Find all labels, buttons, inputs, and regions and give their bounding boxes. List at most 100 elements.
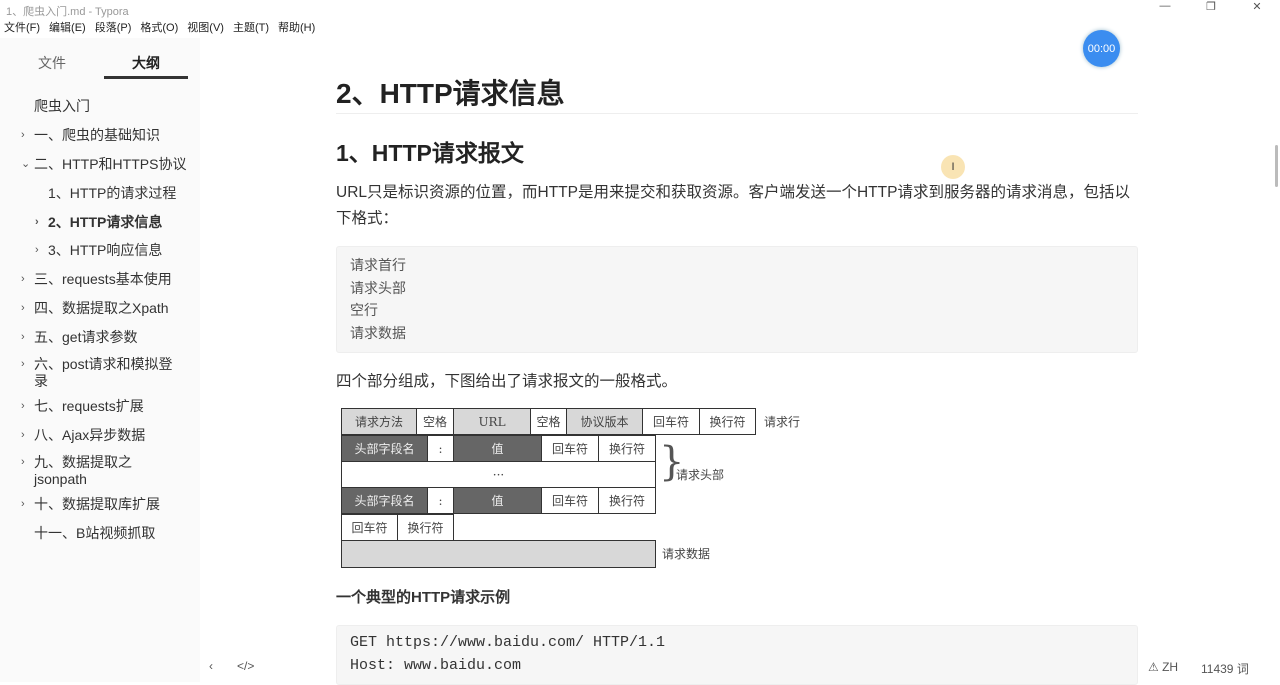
outline-item-label: 十、数据提取库扩展 (34, 496, 160, 512)
cell-version: 协议版本 (566, 408, 643, 435)
chevron-icon[interactable]: › (35, 214, 39, 231)
code-block[interactable]: 请求首行请求头部空行请求数据 (336, 246, 1138, 353)
label-request-header: 请求头部 (676, 468, 725, 482)
cell-cr: 回车符 (642, 408, 700, 435)
cell-lf: 换行符 (397, 514, 454, 541)
outline-item-label: 十一、B站视频抓取 (34, 525, 156, 541)
cell-colon: : (427, 435, 454, 462)
code-line: 请求首行 (350, 257, 406, 273)
active-tab-indicator (104, 76, 188, 79)
outline-item-label: 九、数据提取之jsonpath (34, 454, 132, 487)
outline-item-label: 2、HTTP请求信息 (48, 214, 163, 230)
menu-format[interactable]: 格式(O) (140, 18, 178, 38)
paragraph: URL只是标识资源的位置，而HTTP是用来提交和获取资源。客户端发送一个HTTP… (336, 184, 1130, 227)
menu-file[interactable]: 文件(F) (4, 18, 40, 38)
scrollbar[interactable] (1275, 145, 1278, 187)
cell-url: URL (453, 408, 531, 435)
heading-1: 2、HTTP请求信息 (336, 78, 565, 109)
chevron-icon[interactable]: › (21, 496, 25, 513)
heading-divider (336, 113, 1138, 114)
outline-item-label: 一、爬虫的基础知识 (34, 127, 160, 143)
outline-item-label: 爬虫入门 (34, 98, 90, 114)
toggle-sidebar-icon[interactable]: ‹ (209, 659, 213, 673)
paragraph: 四个部分组成，下图给出了请求报文的一般格式。 (336, 373, 678, 390)
outline-item-label: 二、HTTP和HTTPS协议 (34, 156, 187, 172)
source-code-icon[interactable]: </> (237, 659, 254, 673)
brace-icon: } (659, 439, 685, 485)
outline-item-label: 七、requests扩展 (34, 398, 144, 414)
menu-view[interactable]: 视图(V) (187, 18, 224, 38)
cell-cr: 回车符 (541, 435, 599, 462)
chevron-icon[interactable]: › (21, 454, 25, 471)
chevron-icon[interactable]: › (21, 329, 25, 346)
code-line: 请求头部 (350, 279, 406, 296)
chevron-icon[interactable]: › (21, 271, 25, 288)
code-line: Host: www.baidu.com (350, 656, 522, 674)
close-button[interactable]: ✕ (1234, 0, 1280, 13)
outline-item-label: 三、requests基本使用 (34, 271, 172, 287)
menu-help[interactable]: 帮助(H) (278, 18, 315, 38)
tab-files[interactable]: 文件 (38, 53, 66, 73)
outline-item[interactable]: 十一、B站视频抓取 (34, 525, 155, 542)
recording-timer[interactable]: 00:00 (1083, 30, 1120, 67)
chevron-icon[interactable]: › (35, 242, 39, 259)
outline-item-label: 五、get请求参数 (34, 329, 138, 345)
cell-space: 空格 (530, 408, 567, 435)
code-line: 空行 (350, 302, 378, 318)
cell-data (341, 540, 656, 568)
text-cursor-icon: I (941, 155, 965, 179)
outline-item-label: 八、Ajax异步数据 (34, 427, 146, 443)
code-line: 请求数据 (350, 324, 406, 341)
code-block[interactable]: GET https://www.baidu.com/ HTTP/1.1 Host:… (336, 625, 1138, 685)
outline-item[interactable]: ⌄ 二、HTTP和HTTPS协议 (21, 156, 187, 173)
sidebar: 文件 大纲 爬虫入门 › 一、爬虫的基础知识 ⌄ 二、HTTP和HTTPS协议 1、HTTP… (0, 38, 254, 682)
chevron-icon[interactable]: › (21, 398, 25, 415)
outline-item[interactable]: › 四、数据提取之Xpath (21, 300, 169, 317)
cell-cr: 回车符 (541, 487, 599, 514)
outline-item[interactable]: 爬虫入门 (34, 98, 90, 115)
word-count[interactable]: 11439 词 (1201, 660, 1249, 677)
outline-item[interactable]: › 六、post请求和模拟登录 (21, 356, 184, 390)
label-request-data: 请求数据 (662, 547, 711, 561)
cell-dots: ··· (341, 461, 656, 488)
outline-item[interactable]: › 十、数据提取库扩展 (21, 496, 160, 513)
cell-colon: : (427, 487, 454, 514)
menu-theme[interactable]: 主题(T) (233, 18, 269, 38)
cell-lf: 换行符 (598, 487, 656, 514)
outline-item[interactable]: 1、HTTP的请求过程 (48, 185, 176, 202)
menu-edit[interactable]: 编辑(E) (49, 18, 86, 38)
cell-value: 值 (453, 435, 542, 462)
language-label: ZH (1162, 660, 1179, 674)
outline-item-label: 六、post请求和模拟登录 (34, 356, 173, 389)
outline-item[interactable]: › 三、requests基本使用 (21, 271, 172, 288)
outline-item[interactable]: › 八、Ajax异步数据 (21, 427, 146, 444)
cell-lf: 换行符 (598, 435, 656, 462)
menu-paragraph[interactable]: 段落(P) (95, 18, 132, 38)
outline-item[interactable]: › 2、HTTP请求信息 (35, 214, 163, 231)
cell-lf: 换行符 (699, 408, 756, 435)
heading-2: 1、HTTP请求报文 (336, 140, 524, 166)
chevron-icon[interactable]: › (21, 356, 25, 373)
title-bar: 1、爬虫入门.md - Typora — ❐ ✕ (0, 0, 1280, 18)
chevron-icon[interactable]: ⌄ (21, 156, 30, 173)
chevron-icon[interactable]: › (21, 300, 25, 317)
window-title: 1、爬虫入门.md - Typora (6, 6, 129, 18)
chevron-icon[interactable]: › (21, 427, 25, 444)
chevron-icon[interactable]: › (21, 127, 25, 144)
language-indicator[interactable]: ⚠ ZH (1148, 660, 1178, 674)
cell-cr: 回车符 (341, 514, 398, 541)
cell-field: 头部字段名 (341, 487, 428, 514)
outline-item[interactable]: › 一、爬虫的基础知识 (21, 127, 160, 144)
cell-space: 空格 (416, 408, 454, 435)
outline-item[interactable]: › 3、HTTP响应信息 (35, 242, 162, 259)
outline-item[interactable]: › 九、数据提取之jsonpath (21, 454, 184, 488)
outline-item[interactable]: › 七、requests扩展 (21, 398, 144, 415)
minimize-button[interactable]: — (1142, 0, 1188, 13)
tab-outline[interactable]: 大纲 (132, 53, 160, 73)
outline-item[interactable]: › 五、get请求参数 (21, 329, 138, 346)
maximize-button[interactable]: ❐ (1188, 0, 1234, 13)
outline-item-label: 四、数据提取之Xpath (34, 300, 169, 316)
label-request-line: 请求行 (764, 415, 801, 429)
request-format-diagram: 请求方法 空格 URL 空格 协议版本 回车符 换行符 请求行 头部字段名 : … (341, 408, 811, 570)
cell-method: 请求方法 (341, 408, 417, 435)
